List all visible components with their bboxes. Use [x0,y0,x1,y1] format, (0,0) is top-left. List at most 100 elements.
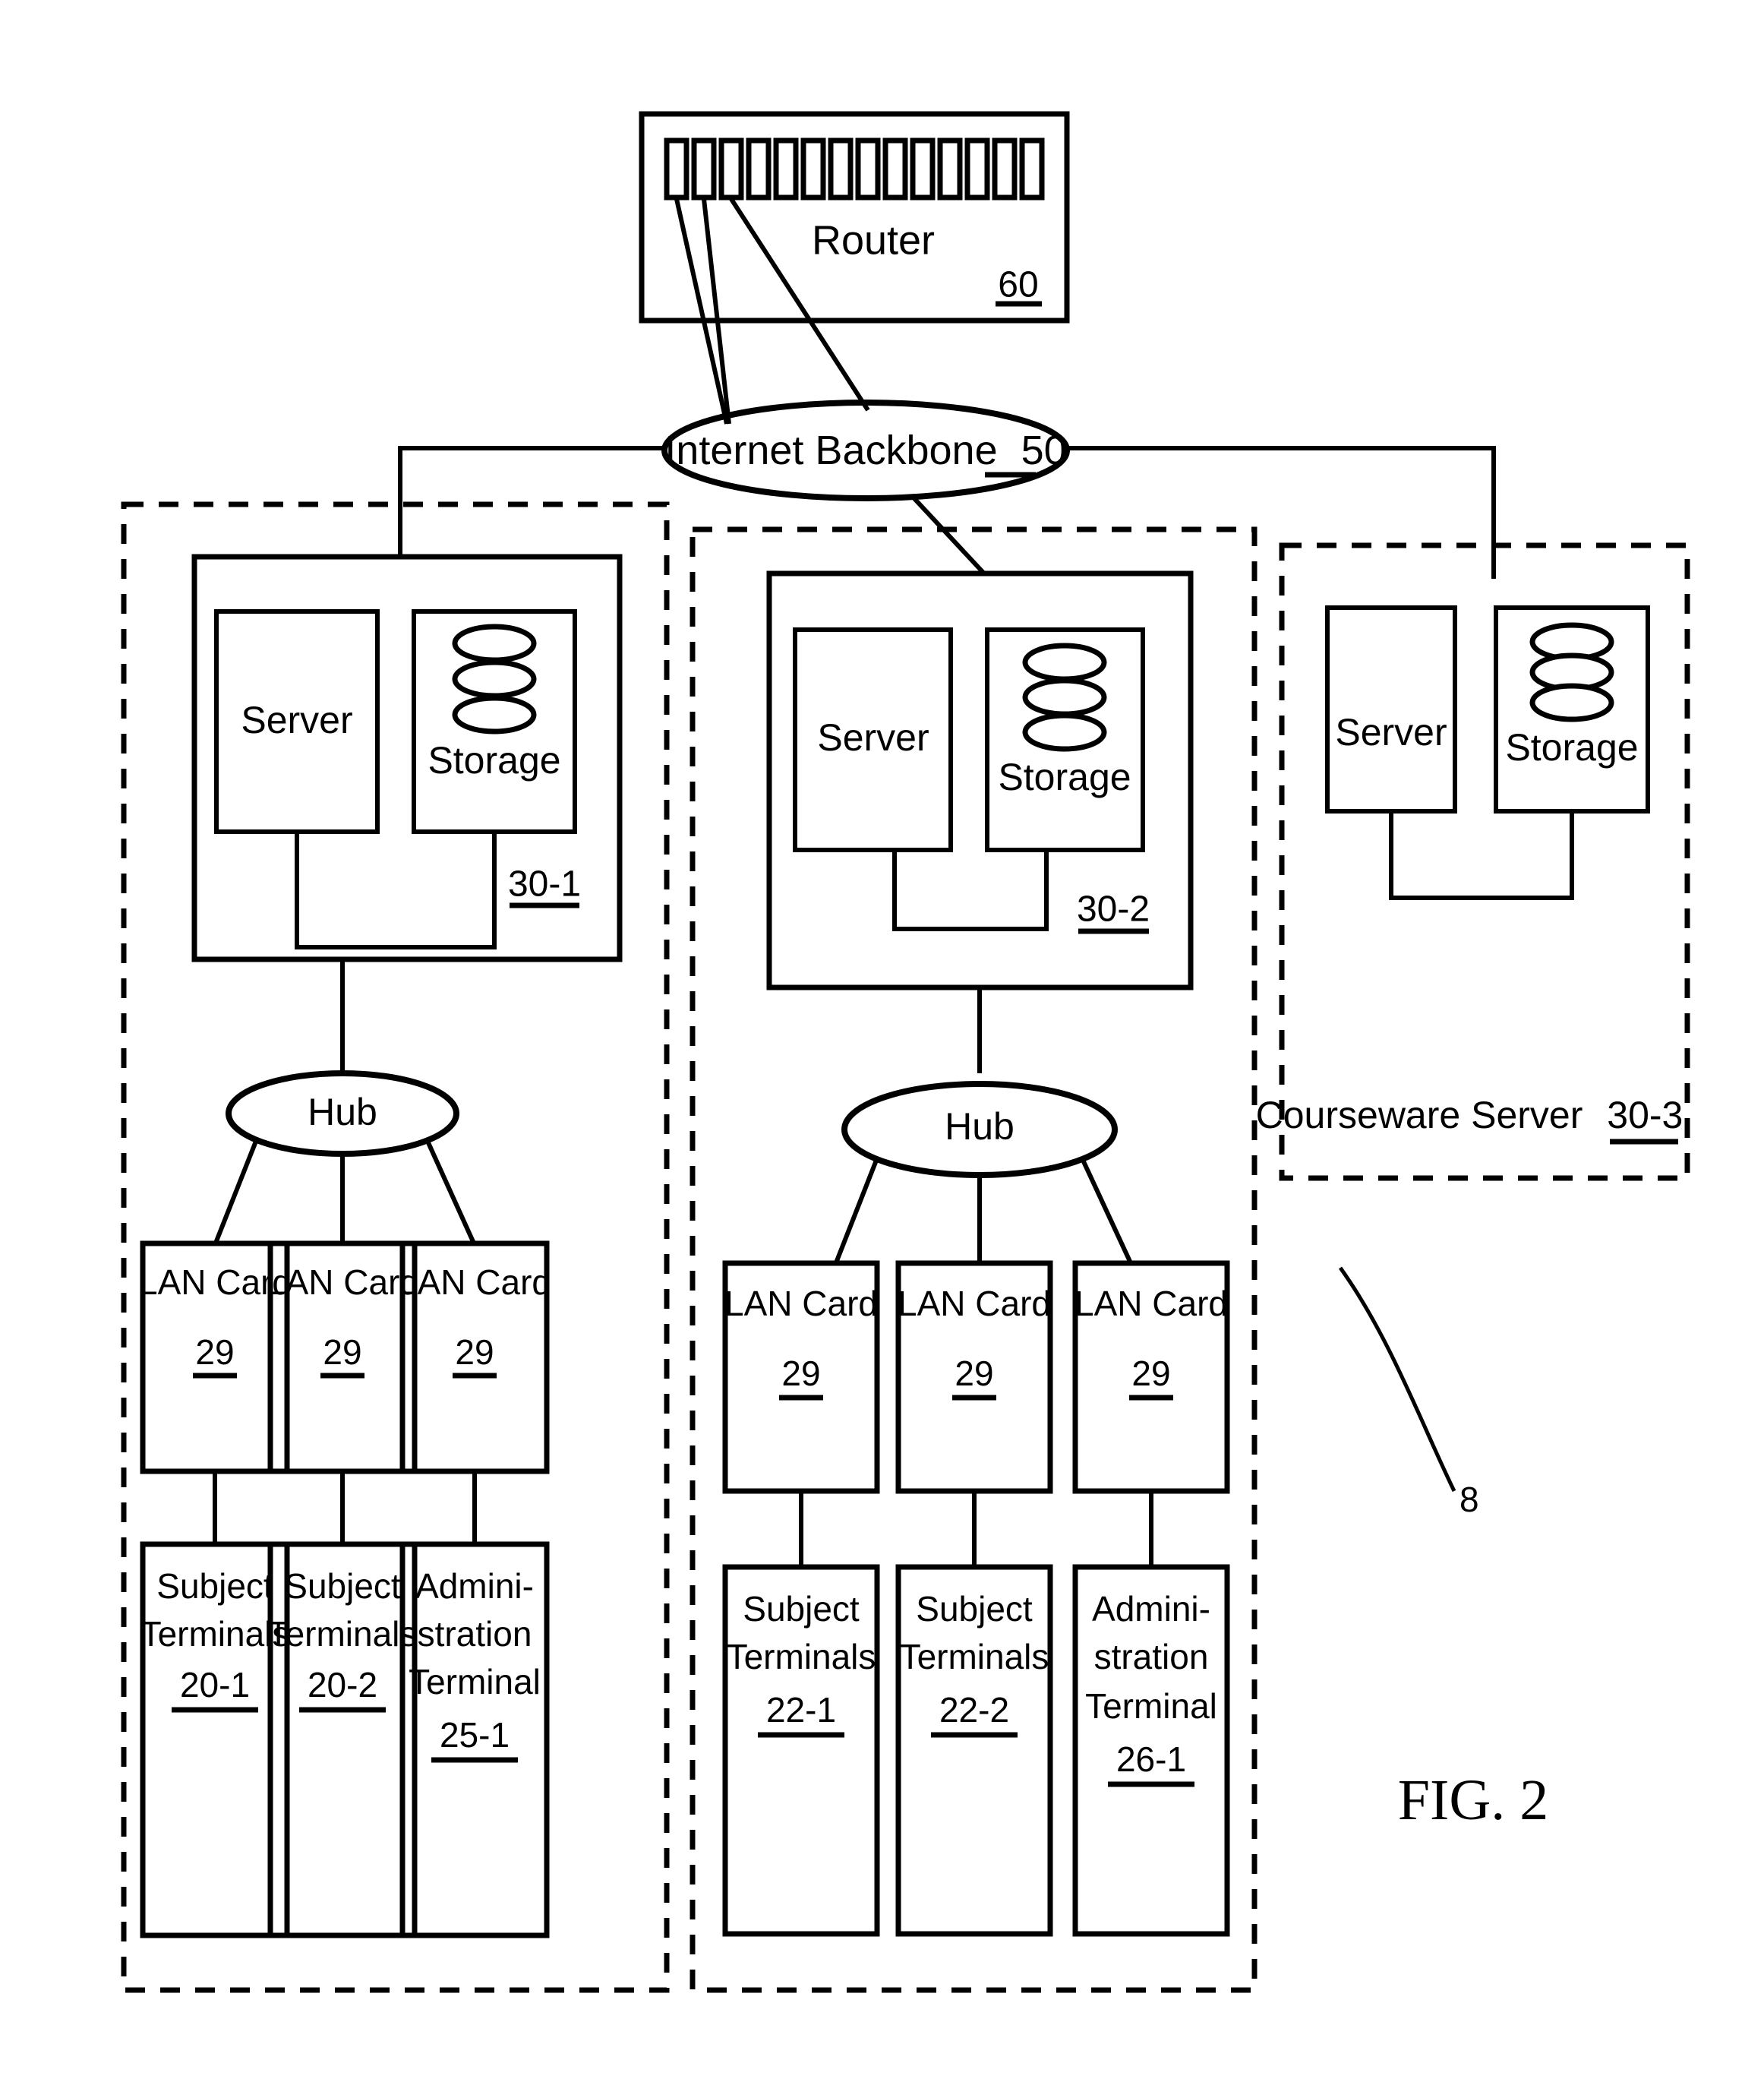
router-port-6 [800,137,826,201]
group-1-hub-links [213,1138,477,1246]
group-2-server-unit[interactable]: Server Storage 30-2 [766,570,1194,990]
router-port-2 [691,137,717,201]
backbone-label-group: Internet Backbone 50 [664,428,1066,473]
group-1-hub-label: Hub [308,1091,377,1133]
group-1-terminal-2-line2: Terminals [268,1614,418,1654]
group-1-terminal-3-line3: Terminal [409,1662,541,1701]
courseware-storage-label: Storage [1505,726,1638,769]
router-ref: 60 [998,265,1038,305]
router-port-5 [773,137,799,201]
group-1-terminal-3[interactable]: Admini- stration Terminal 25-1 [399,1541,550,1938]
group-1-lan-card-3-ref: 29 [455,1332,494,1372]
group-1-hub-node[interactable]: Hub [226,1070,459,1157]
router-port-8 [855,137,881,201]
group-2-terminal-3-ref: 26-1 [1116,1739,1186,1779]
group-2-lan-card-1-ref: 29 [781,1354,820,1393]
courseware-server-box [1325,605,1457,814]
group-2-terminal-3-line3: Terminal [1085,1686,1217,1726]
router-label: Router [812,217,935,263]
group-1-lan-card-3-label: LAN Card [398,1262,551,1302]
group-2-lan-card-3[interactable]: LAN Card 29 [1072,1260,1230,1494]
router-port-10 [910,137,936,201]
group-2-hub-link-3 [1080,1157,1134,1266]
group-2-lan-card-3-label: LAN Card [1074,1284,1228,1323]
group-2-terminal-2[interactable]: Subject Terminals 22-2 [895,1564,1053,1937]
group-2-lan-card-2-label: LAN Card [898,1284,1051,1323]
group-2-hub-node[interactable]: Hub [841,1081,1118,1178]
group-1-terminal-3-ref: 25-1 [440,1715,510,1755]
group-2-terminal-2-line1: Subject [916,1589,1033,1629]
group-2-storage-disk-icon [1022,643,1107,752]
group-2-terminal-1[interactable]: Subject Terminals 22-1 [722,1564,880,1937]
group-2-hub-link-1 [833,1157,879,1266]
router-port-1 [664,137,690,201]
cable-port1 [674,198,729,425]
group-2-terminal-links [799,1491,1153,1567]
router-port-9 [882,137,908,201]
router-port-4 [746,137,772,201]
backbone-label: Internet Backbone [664,428,997,473]
group-1-terminal-1-ref: 20-1 [180,1665,250,1704]
group-1-internal-bus [295,832,497,949]
group-1-lan-card-2-label: LAN Card [266,1262,419,1302]
router-port-strip [664,137,1045,201]
system-ref-leader-line [1338,1266,1456,1493]
group-1-hub-link-1 [213,1138,259,1246]
internet-backbone-node[interactable]: Internet Backbone 50 [661,400,1070,501]
group-1-lan-card-2-ref: 29 [323,1332,361,1372]
group-2-terminal-3-line2: stration [1094,1637,1209,1676]
router-port-11 [937,137,963,201]
courseware-internal-bus [1389,811,1574,900]
courseware-caption: Courseware Server [1256,1094,1583,1136]
group-2-terminal-2-ref: 22-2 [939,1690,1009,1730]
group-2-lan-card-2[interactable]: LAN Card 29 [895,1260,1053,1494]
cable-port2 [702,198,731,425]
group-2-server-label: Server [817,716,929,759]
system-reference-leader: 8 [1338,1266,1479,1519]
group-1-server-label: Server [241,699,352,741]
courseware-caption-group: Courseware Server 30-3 [1256,1094,1684,1136]
courseware-ref: 30-3 [1607,1094,1683,1136]
group-2-terminal-3[interactable]: Admini- stration Terminal 26-1 [1072,1564,1230,1937]
router-port-7 [828,137,854,201]
group-1-dashed-boundary [121,501,670,1993]
group-2-storage-label: Storage [998,756,1131,798]
courseware-server-unit[interactable]: Server Storage [1325,605,1650,900]
courseware-server-container: Server Storage Courseware Server 30-3 [1256,542,1690,1181]
group-2-terminal-1-line1: Subject [743,1589,860,1629]
diagram-svg: Router 60 Internet Backbone 50 Server St… [121,111,1690,1993]
group-1-lan-card-3[interactable]: LAN Card 29 [398,1240,551,1474]
figure-canvas: Router 60 Internet Backbone 50 Server St… [0,0,1764,2082]
group-2-lan-card-3-ref: 29 [1131,1354,1170,1393]
group-1-terminal-2-line1: Subject [284,1566,401,1606]
group-1-terminal-3-line2: stration [418,1614,532,1654]
courseware-server-label: Server [1335,711,1447,754]
group-2-hub-label: Hub [945,1105,1015,1148]
router-port-12 [964,137,990,201]
backbone-ref: 50 [1021,428,1067,473]
courseware-dashed-boundary [1279,542,1690,1181]
group-2-terminal-3-line1: Admini- [1092,1589,1210,1629]
group-1-server-unit-ref: 30-1 [508,864,581,905]
group-2-internal-bus [892,850,1049,931]
figure-label: FIG. 2 [1398,1768,1548,1832]
courseware-storage-disk-icon [1529,622,1614,722]
group-1-terminal-2[interactable]: Subject Terminals 20-2 [267,1541,418,1938]
router-port-13 [992,137,1018,201]
group-1-terminal-links [213,1471,477,1544]
group-2-lan-card-1[interactable]: LAN Card 29 [722,1260,880,1494]
group-1-terminal-1-line1: Subject [156,1566,273,1606]
group-1-terminal-1[interactable]: Subject Terminals 20-1 [140,1541,290,1938]
group-1-container: Server Storage 30-1 Hub LAN Card 29 LAN … [121,501,670,1993]
group-1-lan-card-1-ref: 29 [195,1332,234,1372]
group-1-storage-disk-icon [452,624,537,735]
group-2-terminal-1-ref: 22-1 [766,1690,836,1730]
system-ref-label: 8 [1459,1480,1479,1519]
group-1-hub-link-3 [424,1138,477,1246]
group-1-terminal-3-line1: Admini- [415,1566,534,1606]
group-2-lan-card-1-label: LAN Card [724,1284,878,1323]
group-2-container: Server Storage 30-2 Hub LAN Card 29 LAN … [690,526,1258,1993]
group-1-storage-label: Storage [428,739,560,782]
group-2-terminal-2-line2: Terminals [900,1637,1049,1676]
group-1-server-unit[interactable]: Server Storage 30-1 [191,554,623,962]
